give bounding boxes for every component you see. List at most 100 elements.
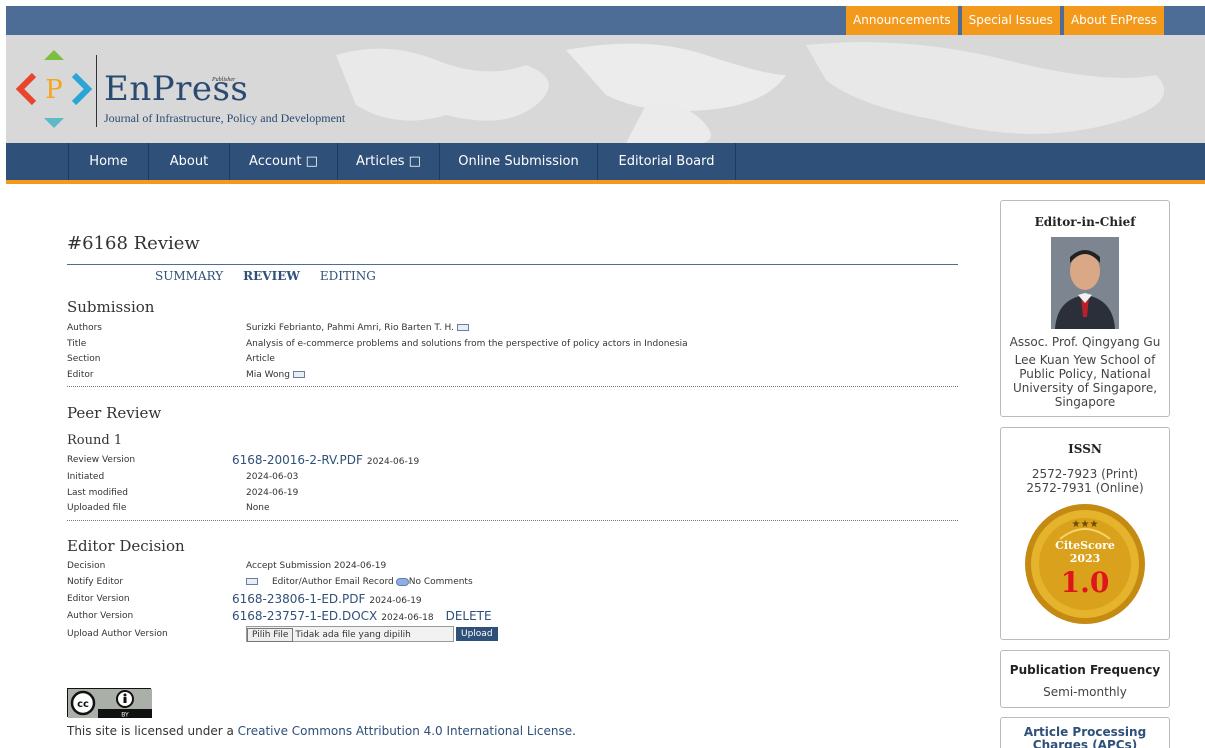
logo-name: EnPress <box>104 69 249 109</box>
author-version-date: 2024-06-18 <box>381 613 434 623</box>
top-links: Announcements Special Issues About EnPre… <box>842 6 1164 35</box>
comment-bubble-icon[interactable] <box>395 577 409 586</box>
citescore-medal[interactable]: ★★★ CiteScore 2023 1.0 <box>1020 499 1150 629</box>
email-icon[interactable] <box>457 324 470 331</box>
journal-name: Journal of Infrastructure, Policy and De… <box>104 111 346 125</box>
last-modified-value: 2024-06-19 <box>246 488 299 498</box>
nav-articles[interactable]: Articles □ <box>338 143 440 180</box>
section-label: Section <box>67 354 101 364</box>
cc-badge-label: BY <box>121 712 129 719</box>
nav-editorial-board[interactable]: Editorial Board <box>598 143 736 180</box>
initiated-value: 2024-06-03 <box>246 472 299 482</box>
issn-box: ISSN 2572-7923 (Print) 2572-7931 (Online… <box>1000 427 1170 640</box>
editor-version-date: 2024-06-19 <box>369 596 422 606</box>
publication-frequency-value: Semi-monthly <box>1043 685 1127 699</box>
citescore-year: 2023 <box>1070 552 1101 565</box>
last-modified-label: Last modified <box>67 488 129 498</box>
decision-label: Decision <box>67 561 106 571</box>
license-prefix: This site is licensed under a <box>67 724 238 738</box>
upload-author-version-row: Upload Author Version Pilih File Tidak ad… <box>67 626 958 644</box>
top-bar: Announcements Special Issues About EnPre… <box>6 6 1205 35</box>
nav-account[interactable]: Account □ <box>230 143 338 180</box>
about-enpress-link[interactable]: About EnPress <box>1063 6 1164 35</box>
notify-editor-label: Notify Editor <box>67 577 124 587</box>
author-version-label: Author Version <box>67 611 134 621</box>
no-file-text: Tidak ada file yang dipilih <box>295 630 411 640</box>
nav-accent-bar <box>6 180 1205 184</box>
enpress-logo-icon: P <box>15 50 93 128</box>
publication-frequency-title: Publication Frequency <box>1009 663 1161 677</box>
main-nav: Home About Account □ Articles □ Online S… <box>6 143 1205 180</box>
tab-editing[interactable]: EDITING <box>320 269 376 283</box>
upload-author-version-label: Upload Author Version <box>67 629 168 639</box>
no-comments-text: No Comments <box>408 577 473 587</box>
tab-review[interactable]: REVIEW <box>243 269 300 283</box>
editor-in-chief-box: Editor-in-Chief Assoc. Prof. Qingyang Gu… <box>1000 200 1170 417</box>
nav-home[interactable]: Home <box>69 143 149 180</box>
license-suffix: . <box>572 724 576 738</box>
editor-label: Editor <box>67 370 94 380</box>
notify-editor-row: Notify Editor Editor/Author Email Record… <box>67 574 958 590</box>
title-rule <box>67 264 958 265</box>
email-icon[interactable] <box>292 371 305 378</box>
logo-divider <box>96 55 97 127</box>
uploaded-file-label: Uploaded file <box>67 503 127 513</box>
svg-text:cc: cc <box>77 699 89 710</box>
peer-review-heading: Peer Review <box>67 404 162 422</box>
apc-title[interactable]: Article Processing Charges (APCs) <box>1001 726 1169 748</box>
special-issues-link[interactable]: Special Issues <box>961 6 1060 35</box>
decision-row: Decision Accept Submission 2024-06-19 <box>67 558 958 574</box>
svg-text:★★★: ★★★ <box>1072 519 1099 530</box>
email-record-text[interactable]: Editor/Author Email Record <box>272 577 394 587</box>
citescore-value: 1.0 <box>1061 566 1110 599</box>
submission-heading: Submission <box>67 298 155 316</box>
editor-row: Editor Mia Wong <box>67 367 958 383</box>
authors-row: Authors Surizki Febrianto, Pahmi Amri, R… <box>67 320 958 336</box>
review-version-label: Review Version <box>67 455 136 465</box>
review-version-row: Review Version 6168-20016-2-RV.PDF 2024-0… <box>67 452 958 468</box>
authors-value: Surizki Febrianto, Pahmi Amri, Rio Barte… <box>246 323 455 333</box>
issn-title: ISSN <box>1068 442 1102 456</box>
title-row: Title Analysis of e-commerce problems an… <box>67 336 958 352</box>
editor-photo <box>1051 237 1119 329</box>
editor-version-file-link[interactable]: 6168-23806-1-ED.PDF <box>232 592 365 606</box>
file-input[interactable]: Pilih File Tidak ada file yang dipilih <box>246 626 454 642</box>
publication-frequency-box: Publication Frequency Semi-monthly <box>1000 650 1170 708</box>
editor-affiliation: Lee Kuan Yew School of Public Policy, Na… <box>1012 353 1158 409</box>
uploaded-file-row: Uploaded file None <box>67 500 958 516</box>
choose-file-button[interactable]: Pilih File <box>247 628 294 642</box>
cc-by-icon: cc BY <box>68 689 152 719</box>
email-icon[interactable] <box>246 578 258 585</box>
editor-version-row: Editor Version 6168-23806-1-ED.PDF 2024-0… <box>67 591 958 607</box>
editor-value: Mia Wong <box>246 370 290 380</box>
review-version-date: 2024-06-19 <box>366 457 420 467</box>
nav-about[interactable]: About <box>149 143 230 180</box>
initiated-label: Initiated <box>67 472 105 482</box>
uploaded-file-value: None <box>246 503 270 513</box>
upload-button[interactable]: Upload <box>456 627 498 641</box>
editor-portrait-image <box>1051 237 1119 329</box>
authors-label: Authors <box>67 323 102 333</box>
review-version-file-link[interactable]: 6168-20016-2-RV.PDF <box>232 453 363 467</box>
section-value: Article <box>246 354 275 364</box>
cc-license-badge[interactable]: cc BY <box>67 688 152 719</box>
page-title: #6168 Review <box>67 233 200 254</box>
section-row: Section Article <box>67 351 958 367</box>
issn-online: 2572-7931 (Online) <box>1026 481 1144 495</box>
editor-name: Assoc. Prof. Qingyang Gu <box>1009 335 1161 349</box>
logo-publisher: Publisher <box>212 77 236 83</box>
round-heading: Round 1 <box>67 433 123 448</box>
citescore-label: CiteScore <box>1055 539 1115 552</box>
apc-box: Article Processing Charges (APCs) <box>1000 717 1170 748</box>
editor-decision-heading: Editor Decision <box>67 537 185 555</box>
svg-text:P: P <box>45 75 63 105</box>
announcements-link[interactable]: Announcements <box>846 6 958 35</box>
nav-online-submission[interactable]: Online Submission <box>440 143 598 180</box>
license-link[interactable]: Creative Commons Attribution 4.0 Interna… <box>238 724 572 738</box>
tab-summary[interactable]: SUMMARY <box>155 269 223 283</box>
delete-link[interactable]: DELETE <box>446 609 492 623</box>
submission-tabs: SUMMARY REVIEW EDITING <box>155 269 396 283</box>
author-version-file-link[interactable]: 6168-23757-1-ED.DOCX <box>232 609 377 623</box>
author-version-row: Author Version 6168-23757-1-ED.DOCX 2024-… <box>67 608 958 624</box>
title-value: Analysis of e-commerce problems and solu… <box>246 339 688 349</box>
